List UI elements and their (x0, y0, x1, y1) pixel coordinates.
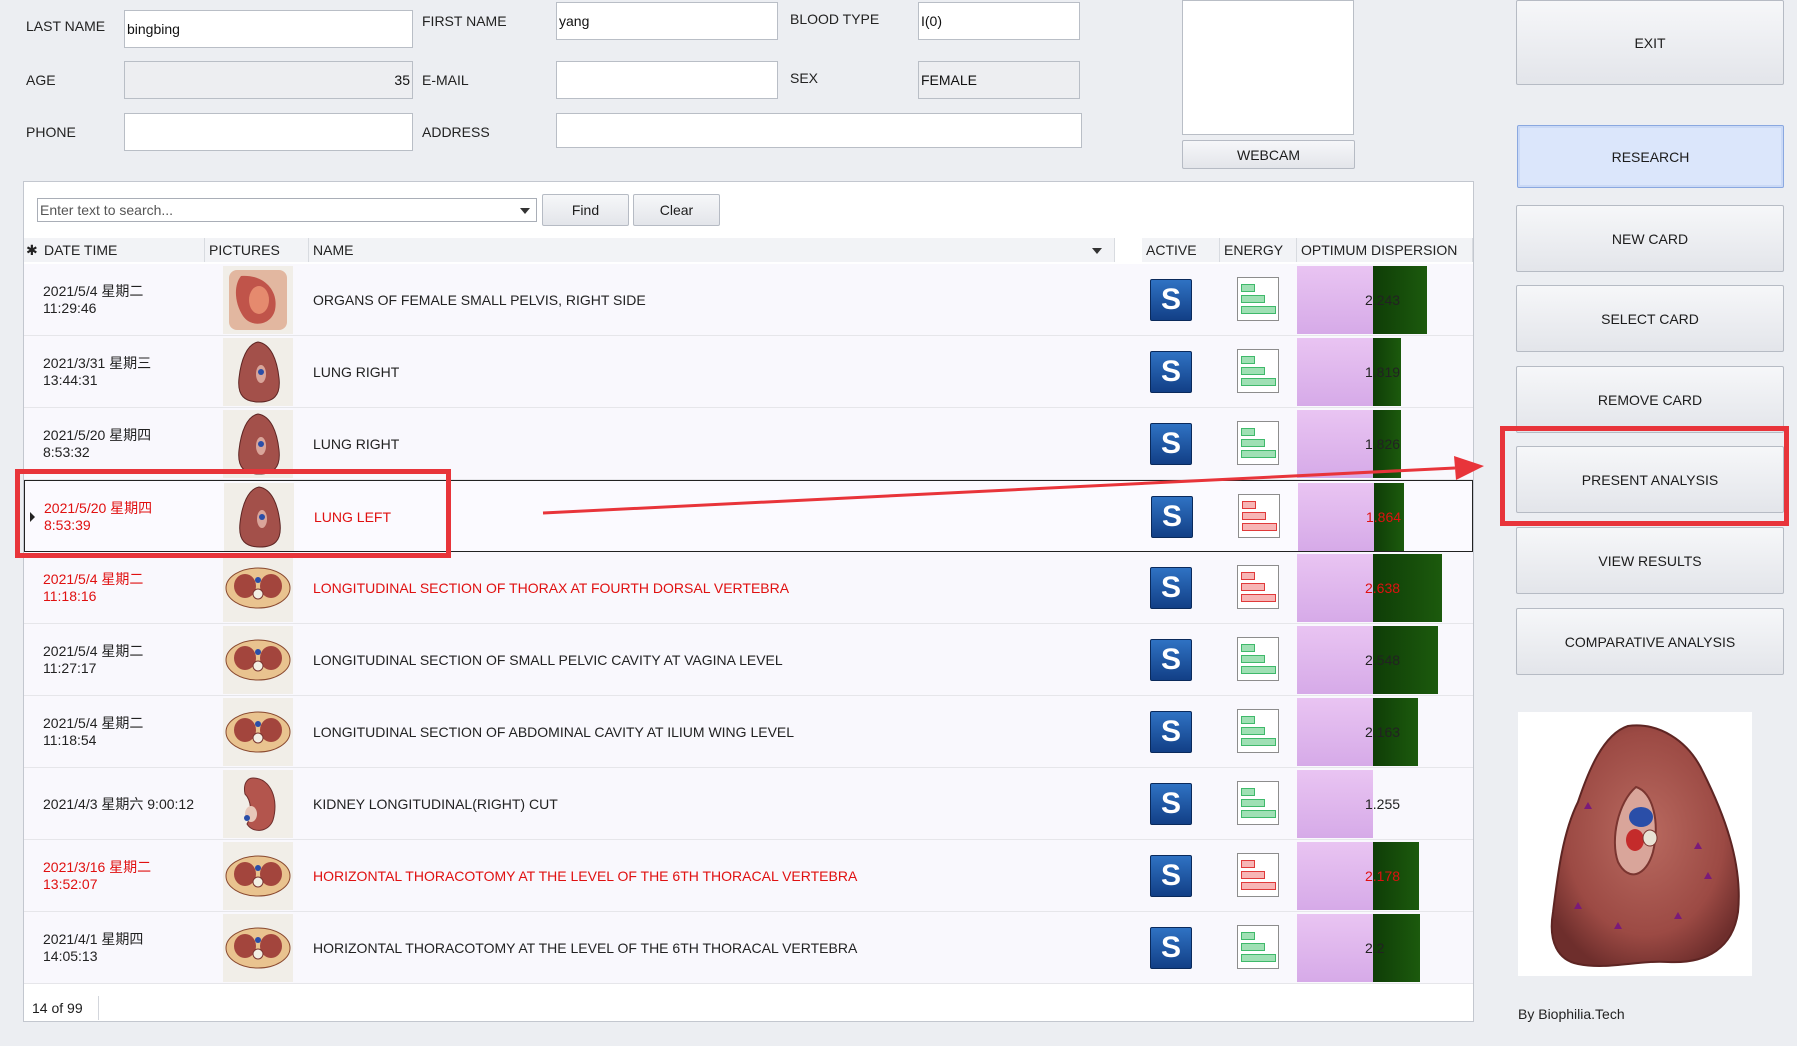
annotation-arrow (542, 456, 1484, 515)
